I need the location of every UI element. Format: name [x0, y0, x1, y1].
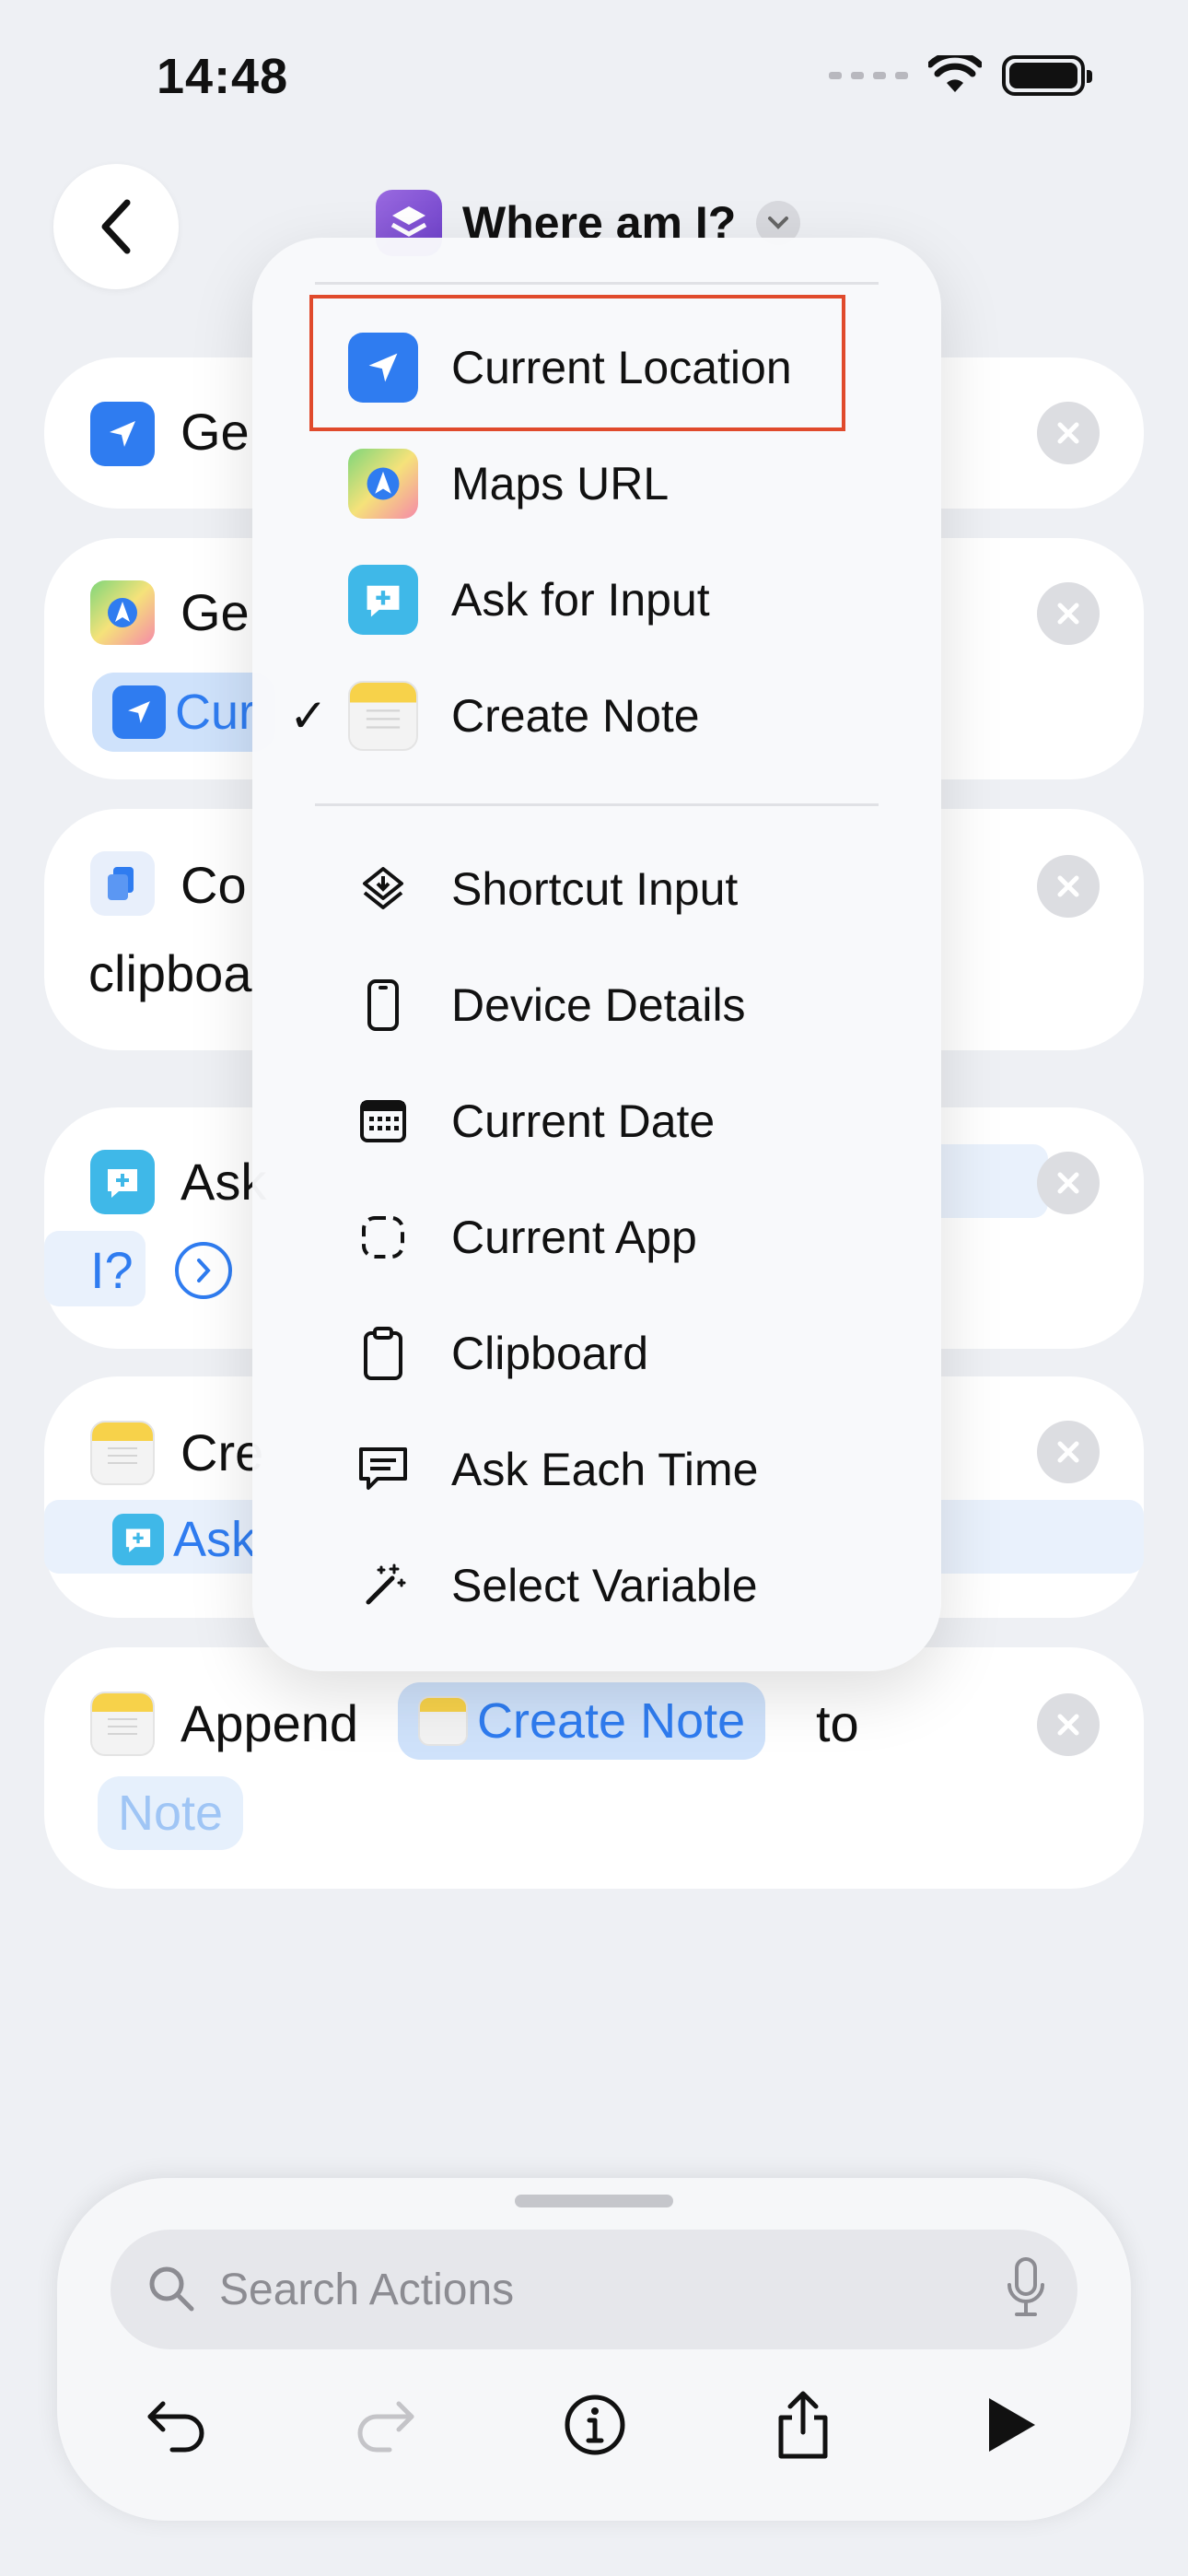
expand-chevron-button[interactable] [175, 1242, 232, 1299]
action-label: Ge [181, 583, 250, 641]
menu-divider [315, 803, 879, 806]
menu-item-label: Shortcut Input [451, 863, 739, 915]
menu-item-label: Ask Each Time [451, 1444, 759, 1495]
wifi-icon [928, 55, 982, 92]
action-connector-text: to [816, 1694, 859, 1752]
menu-item-ask-each-time[interactable]: Ask Each Time [252, 1419, 941, 1520]
checkmark-icon: ✓ [289, 690, 328, 742]
close-icon [1057, 603, 1079, 625]
menu-item-label: Device Details [451, 979, 746, 1031]
action-label: Co [181, 856, 247, 914]
remove-action-button[interactable] [1037, 1421, 1100, 1483]
menu-item-label: Ask for Input [451, 574, 710, 626]
menu-item-create-note[interactable]: ✓ Create Note [252, 665, 941, 767]
microphone-icon[interactable] [1006, 2255, 1046, 2324]
prompt-text: I? [90, 1241, 134, 1299]
phone-icon [348, 970, 418, 1040]
menu-item-shortcut-input[interactable]: Shortcut Input [252, 838, 941, 940]
undo-icon [147, 2401, 204, 2453]
pill-label: Ask [173, 1512, 257, 1567]
location-arrow-icon [90, 402, 155, 466]
action-label: Ge [181, 403, 250, 461]
variable-picker-menu: Current Location Maps URL Ask for Input … [252, 238, 941, 1671]
back-button[interactable] [53, 164, 179, 289]
document-copy-icon [90, 851, 155, 916]
info-icon [565, 2395, 625, 2455]
run-button[interactable] [965, 2379, 1057, 2471]
remove-action-button[interactable] [1037, 582, 1100, 645]
menu-item-current-app[interactable]: Current App [252, 1187, 941, 1288]
note-parameter-pill[interactable]: Note [98, 1776, 244, 1850]
close-icon [1057, 1172, 1079, 1194]
menu-item-ask-for-input[interactable]: Ask for Input [252, 549, 941, 650]
ask-for-input-variable-pill[interactable]: Ask [92, 1502, 276, 1577]
action-append-to-note[interactable]: Append Create Note to Note [44, 1647, 1144, 1889]
close-icon [1057, 1714, 1079, 1736]
menu-item-label: Maps URL [451, 458, 670, 509]
speech-bubble-plus-icon [348, 565, 418, 635]
close-icon [1057, 1441, 1079, 1463]
menu-item-label: Select Variable [451, 1560, 758, 1611]
pill-label: Create Note [477, 1693, 746, 1749]
highlight-box-current-location [309, 295, 845, 431]
notes-icon [348, 681, 418, 751]
maps-icon [348, 449, 418, 519]
clipboard-icon [348, 1318, 418, 1388]
pill-label: Note [118, 1786, 224, 1841]
location-arrow-icon [112, 685, 166, 739]
search-icon [149, 2266, 194, 2312]
chevron-left-icon [101, 199, 131, 254]
search-input[interactable] [219, 2255, 974, 2324]
shortcut-layers-icon [348, 854, 418, 924]
maps-icon [90, 580, 155, 645]
notes-icon [418, 1696, 468, 1746]
action-label: Append [181, 1694, 359, 1752]
remove-action-button[interactable] [1037, 1693, 1100, 1756]
battery-icon [1002, 55, 1092, 96]
app-dashed-square-icon [348, 1202, 418, 1272]
calendar-icon [348, 1086, 418, 1156]
menu-divider [315, 282, 879, 285]
pill-label: Cur [175, 685, 256, 740]
action-search-sheet [57, 2178, 1131, 2521]
action-label: Cre [181, 1423, 264, 1481]
magic-wand-icon [348, 1551, 418, 1621]
menu-item-label: Current App [451, 1212, 697, 1263]
status-time: 14:48 [157, 49, 289, 104]
close-icon [1057, 422, 1079, 444]
menu-item-label: Clipboard [451, 1328, 649, 1379]
redo-button[interactable] [339, 2379, 431, 2471]
redo-icon [357, 2401, 414, 2453]
play-icon [989, 2398, 1035, 2452]
remove-action-button[interactable] [1037, 402, 1100, 464]
speech-bubble-lines-icon [348, 1434, 418, 1505]
menu-item-select-variable[interactable]: Select Variable [252, 1535, 941, 1636]
current-location-variable-pill[interactable]: Cur [92, 673, 276, 752]
share-icon [778, 2391, 828, 2459]
cellular-signal-icon [829, 72, 908, 79]
close-icon [1057, 875, 1079, 897]
status-icons [829, 55, 1092, 96]
share-button[interactable] [757, 2379, 849, 2471]
remove-action-button[interactable] [1037, 1152, 1100, 1214]
menu-item-clipboard[interactable]: Clipboard [252, 1303, 941, 1404]
notes-icon [90, 1421, 155, 1485]
menu-item-label: Current Date [451, 1095, 716, 1147]
sheet-grabber[interactable] [515, 2195, 673, 2207]
search-bar[interactable] [111, 2230, 1077, 2349]
menu-item-device-details[interactable]: Device Details [252, 954, 941, 1056]
menu-item-maps-url[interactable]: Maps URL [252, 433, 941, 534]
menu-item-current-date[interactable]: Current Date [252, 1071, 941, 1172]
info-button[interactable] [549, 2379, 641, 2471]
undo-button[interactable] [131, 2379, 223, 2471]
menu-item-label: Create Note [451, 690, 700, 742]
chevron-right-icon [197, 1259, 211, 1282]
action-label-line2: clipboa [88, 944, 252, 1002]
create-note-variable-pill[interactable]: Create Note [398, 1682, 766, 1760]
speech-bubble-plus-icon [90, 1150, 155, 1214]
speech-bubble-plus-icon [112, 1514, 164, 1565]
notes-icon [90, 1692, 155, 1756]
remove-action-button[interactable] [1037, 855, 1100, 918]
